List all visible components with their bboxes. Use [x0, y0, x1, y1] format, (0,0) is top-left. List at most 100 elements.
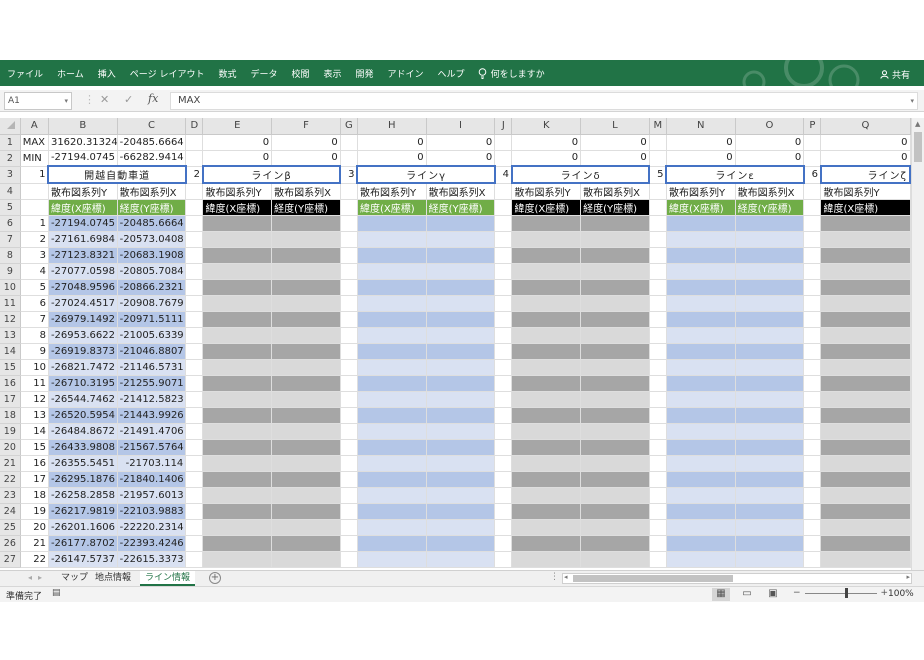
cell-lon[interactable]: -20573.0408: [117, 231, 187, 248]
cell[interactable]: [666, 343, 736, 360]
cell[interactable]: [340, 455, 358, 472]
cell-max-k[interactable]: 0: [511, 134, 582, 151]
cell-lon[interactable]: -22615.3373: [117, 551, 187, 568]
cell[interactable]: [580, 231, 650, 248]
cell[interactable]: [820, 439, 911, 456]
cell-index[interactable]: 15: [20, 439, 49, 456]
line-index[interactable]: 2: [185, 166, 204, 184]
row-header[interactable]: 27: [0, 551, 21, 568]
cell[interactable]: [185, 423, 204, 440]
cell[interactable]: [820, 455, 911, 472]
cell[interactable]: [580, 551, 650, 568]
cell[interactable]: [666, 231, 736, 248]
cell[interactable]: [271, 455, 341, 472]
cell[interactable]: [426, 503, 496, 520]
tab-home[interactable]: ホーム: [50, 67, 91, 80]
cell[interactable]: [426, 407, 496, 424]
cell[interactable]: [820, 471, 911, 488]
cell[interactable]: [494, 263, 513, 280]
zoom-out-icon[interactable]: −: [793, 588, 801, 598]
cell[interactable]: [340, 471, 358, 488]
cell[interactable]: [803, 391, 822, 408]
cell[interactable]: [426, 279, 496, 296]
cell[interactable]: [185, 519, 204, 536]
cell[interactable]: [580, 519, 650, 536]
cell[interactable]: [580, 327, 650, 344]
cell-lat-header[interactable]: 緯度(X座標): [666, 199, 736, 216]
cell[interactable]: [735, 231, 805, 248]
cell[interactable]: [511, 215, 582, 232]
cell[interactable]: [820, 535, 911, 552]
cell[interactable]: [580, 375, 650, 392]
expand-formula-icon[interactable]: ▾: [910, 93, 914, 109]
cell[interactable]: [580, 247, 650, 264]
cell[interactable]: [511, 263, 582, 280]
cell[interactable]: [580, 359, 650, 376]
row-header[interactable]: 5: [0, 199, 21, 216]
cell-lat[interactable]: -26217.9819: [48, 503, 118, 520]
cell[interactable]: [820, 263, 911, 280]
cell[interactable]: [357, 455, 427, 472]
line-index[interactable]: 4: [494, 166, 513, 184]
cell[interactable]: [511, 407, 582, 424]
share-button[interactable]: 共有: [880, 68, 910, 81]
cell[interactable]: [649, 375, 667, 392]
cell[interactable]: [666, 455, 736, 472]
cell[interactable]: [202, 455, 273, 472]
cell[interactable]: [820, 343, 911, 360]
line-index[interactable]: 6: [803, 166, 822, 184]
row-header[interactable]: 20: [0, 439, 21, 456]
cell[interactable]: [494, 407, 513, 424]
cell-lat[interactable]: -27077.0598: [48, 263, 118, 280]
cell-index[interactable]: 21: [20, 535, 49, 552]
cell-lon[interactable]: -21255.9071: [117, 375, 187, 392]
tab-insert[interactable]: 挿入: [91, 67, 123, 80]
cell-lon[interactable]: -21412.5823: [117, 391, 187, 408]
cell-index[interactable]: 7: [20, 311, 49, 328]
cell-lon[interactable]: -20683.1908: [117, 247, 187, 264]
cell[interactable]: [426, 471, 496, 488]
cell[interactable]: [803, 471, 822, 488]
cell[interactable]: [820, 551, 911, 568]
cell[interactable]: [426, 215, 496, 232]
cell[interactable]: [666, 375, 736, 392]
cell[interactable]: [511, 247, 582, 264]
cell[interactable]: [649, 327, 667, 344]
cell[interactable]: [580, 311, 650, 328]
cell[interactable]: [820, 279, 911, 296]
cell[interactable]: [735, 215, 805, 232]
cell[interactable]: [580, 343, 650, 360]
cell[interactable]: [426, 439, 496, 456]
cell-lon-header[interactable]: 経度(Y座標): [580, 199, 650, 216]
column-header[interactable]: C: [117, 118, 187, 135]
line-index[interactable]: 3: [340, 166, 358, 184]
cell-max-label[interactable]: MAX: [20, 134, 49, 151]
formula-input[interactable]: MAX ▾: [170, 92, 918, 110]
row-header[interactable]: 12: [0, 311, 21, 328]
cell[interactable]: [340, 311, 358, 328]
cell[interactable]: [511, 231, 582, 248]
cell[interactable]: [185, 311, 204, 328]
cell[interactable]: [340, 551, 358, 568]
cell-index[interactable]: 13: [20, 407, 49, 424]
cell[interactable]: [357, 487, 427, 504]
column-header[interactable]: L: [580, 118, 650, 135]
cell[interactable]: [202, 439, 273, 456]
cell[interactable]: [820, 215, 911, 232]
cell[interactable]: [426, 343, 496, 360]
cell-index[interactable]: 9: [20, 343, 49, 360]
cell[interactable]: [494, 134, 513, 151]
cell[interactable]: [340, 439, 358, 456]
cell-min-o[interactable]: 0: [735, 150, 805, 167]
cell[interactable]: [580, 455, 650, 472]
cell-lat[interactable]: -26544.7462: [48, 391, 118, 408]
cell[interactable]: [20, 199, 49, 216]
cell[interactable]: [185, 231, 204, 248]
cell[interactable]: [426, 295, 496, 312]
cell[interactable]: [511, 375, 582, 392]
cell-min-f[interactable]: 0: [271, 150, 341, 167]
cell[interactable]: [185, 183, 204, 200]
cell[interactable]: [735, 295, 805, 312]
cell[interactable]: [185, 199, 204, 216]
cell[interactable]: [511, 503, 582, 520]
